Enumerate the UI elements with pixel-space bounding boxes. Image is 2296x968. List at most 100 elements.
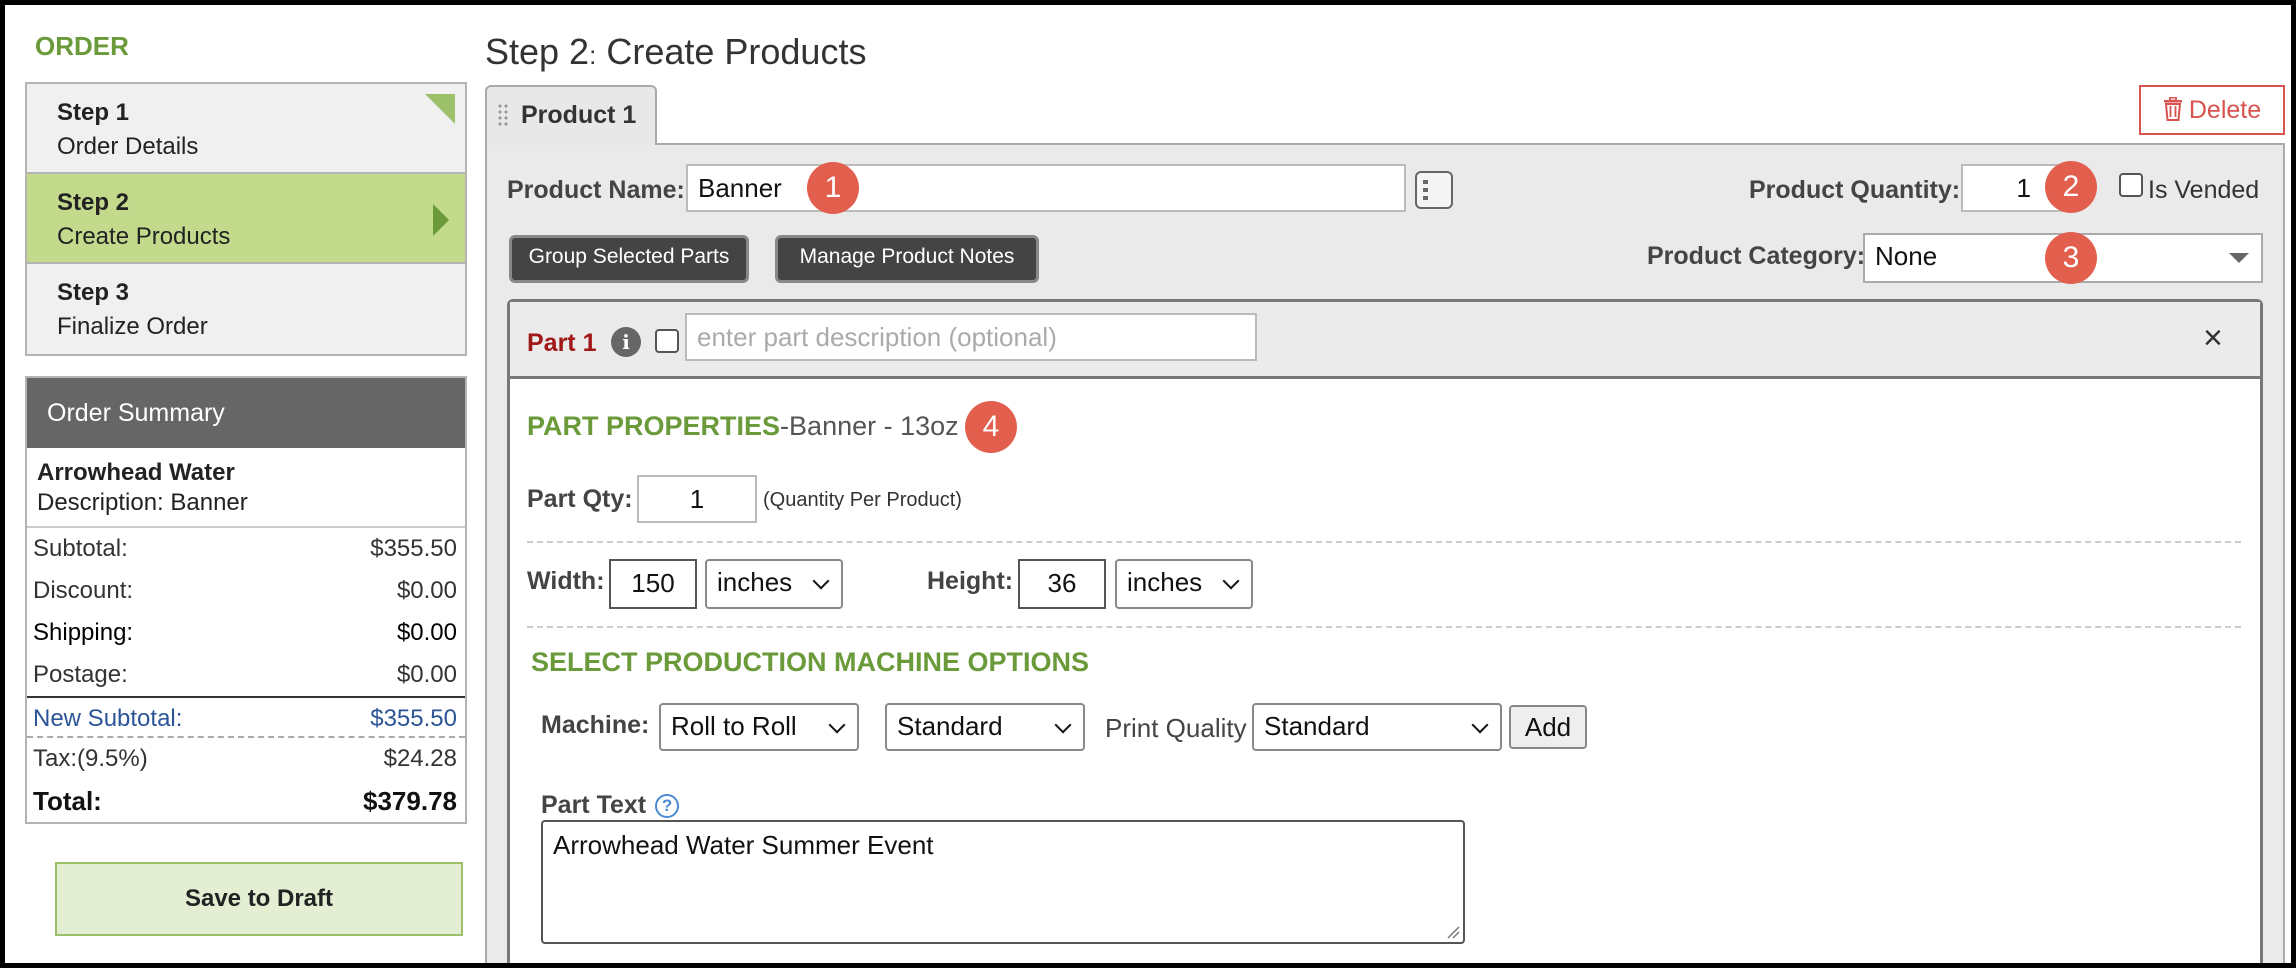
current-step-arrow-icon: [433, 204, 449, 236]
page-title: Step 2: Create Products: [485, 31, 866, 73]
part-select-checkbox[interactable]: [655, 329, 679, 353]
shipping-row: Shipping: $0.00: [27, 612, 465, 654]
part-properties-heading: PART PROPERTIES-Banner - 13oz: [527, 411, 959, 442]
row-label: Discount:: [33, 577, 134, 604]
row-label: Total:: [33, 786, 102, 816]
delete-label: Delete: [2188, 96, 2262, 124]
width-label: Width:: [527, 567, 605, 595]
product-name-input[interactable]: Banner: [686, 164, 1406, 212]
step-1-item[interactable]: Step 1 Order Details: [27, 84, 465, 174]
total-row: Total: $379.78: [27, 780, 465, 822]
height-unit-select[interactable]: inches: [1115, 559, 1253, 609]
divider: [527, 541, 2241, 543]
divider: [527, 626, 2241, 628]
print-quality-label: Print Quality: [1105, 713, 1247, 743]
part-text-area[interactable]: Arrowhead Water Summer Event: [541, 820, 1465, 944]
selected-unit: inches: [1127, 567, 1203, 597]
app-window: ORDER Step 1 Order Details Step 2 Create…: [0, 0, 2296, 968]
selected-unit: inches: [717, 567, 793, 597]
subtotal-row: Subtotal: $355.50: [27, 528, 465, 570]
row-label: New Subtotal:: [33, 705, 183, 732]
part-qty-label: Part Qty:: [527, 485, 633, 513]
selected-print-quality: Standard: [1264, 711, 1370, 741]
callout-badge-4: 4: [965, 401, 1017, 453]
part-qty-input[interactable]: 1: [637, 475, 757, 523]
callout-badge-3: 3: [2045, 232, 2097, 284]
page-title-text: Create Products: [596, 31, 867, 72]
list-glyph: [1423, 180, 1428, 200]
step-label: Create Products: [57, 223, 231, 250]
drag-grip-icon[interactable]: [497, 103, 509, 127]
add-machine-button[interactable]: Add: [1509, 705, 1587, 749]
row-label: Shipping:: [33, 619, 134, 646]
row-value: $355.50: [370, 705, 457, 732]
step-number: Step 1: [57, 99, 130, 126]
chevron-down-icon: [1222, 572, 1240, 590]
height-input[interactable]: 36: [1018, 559, 1106, 609]
manage-product-notes-button[interactable]: Manage Product Notes: [775, 235, 1039, 283]
step-number: Step 2: [57, 189, 130, 216]
machine-select[interactable]: Roll to Roll: [659, 703, 859, 751]
machine-label: Machine:: [541, 711, 650, 739]
product-name-label: Product Name:: [507, 176, 685, 204]
row-value: $379.78: [363, 786, 457, 816]
chevron-down-icon: [812, 572, 830, 590]
delete-button[interactable]: Delete: [2139, 85, 2285, 135]
row-label: Tax:(9.5%): [33, 745, 148, 772]
part-material: -Banner - 13oz: [780, 411, 959, 441]
machine-options-heading: SELECT PRODUCTION MACHINE OPTIONS: [531, 647, 1090, 677]
machine-mode-select[interactable]: Standard: [885, 703, 1085, 751]
width-input[interactable]: 150: [609, 559, 697, 609]
tax-row: Tax:(9.5%) $24.28: [27, 738, 465, 780]
is-vended-checkbox[interactable]: [2119, 173, 2143, 197]
row-value: $0.00: [396, 619, 457, 646]
tab-label: Product 1: [521, 101, 637, 129]
part-title: Part 1: [527, 329, 597, 357]
row-value: $24.28: [383, 745, 457, 772]
product-quantity-label: Product Quantity:: [1749, 176, 1961, 204]
step-number: Step 3: [57, 279, 130, 306]
selected-machine: Roll to Roll: [671, 711, 797, 741]
chevron-down-icon: [1054, 716, 1072, 734]
save-to-draft-button[interactable]: Save to Draft: [55, 862, 463, 936]
page-title-step: Step 2: [485, 31, 590, 72]
row-label: Subtotal:: [33, 535, 128, 562]
row-value: $0.00: [396, 661, 457, 688]
help-icon[interactable]: ?: [655, 794, 680, 818]
list-picker-icon[interactable]: [1415, 171, 1453, 209]
step-3-item[interactable]: Step 3 Finalize Order: [27, 264, 465, 354]
selected-category: None: [1875, 241, 1938, 271]
sidebar-title: ORDER: [35, 31, 129, 61]
order-description: Description: Banner: [37, 489, 248, 516]
part-text-label: Part Text ?: [541, 791, 680, 820]
customer-name: Arrowhead Water: [37, 459, 235, 486]
close-icon[interactable]: ×: [2203, 319, 2223, 358]
height-label: Height:: [927, 567, 1014, 595]
trash-icon: [2163, 96, 2182, 121]
step-list: Step 1 Order Details Step 2 Create Produ…: [25, 82, 467, 356]
chevron-down-icon: [828, 716, 846, 734]
print-quality-select[interactable]: Standard: [1252, 703, 1502, 751]
summary-customer: Arrowhead Water Description: Banner: [27, 448, 465, 528]
step-label: Order Details: [57, 133, 199, 160]
row-value: $355.50: [370, 535, 457, 562]
product-category-label: Product Category:: [1647, 242, 1866, 270]
resize-handle-icon[interactable]: [1446, 925, 1460, 939]
part-qty-note: (Quantity Per Product): [763, 489, 962, 511]
part-description-input[interactable]: enter part description (optional): [685, 313, 1257, 361]
row-value: $0.00: [396, 577, 457, 604]
postage-row: Postage: $0.00: [27, 654, 465, 696]
step-2-item[interactable]: Step 2 Create Products: [27, 174, 465, 264]
tab-product-1[interactable]: Product 1: [485, 85, 657, 145]
new-subtotal-row: New Subtotal: $355.50: [27, 696, 465, 738]
step-label: Finalize Order: [57, 313, 208, 340]
info-icon[interactable]: i: [611, 327, 641, 357]
callout-badge-2: 2: [2045, 161, 2097, 213]
group-selected-parts-button[interactable]: Group Selected Parts: [509, 235, 749, 283]
selected-mode: Standard: [897, 711, 1003, 741]
completed-corner-icon: [425, 94, 455, 124]
is-vended-label: Is Vended: [2148, 176, 2260, 204]
chevron-down-icon: [2229, 253, 2249, 263]
row-label: Postage:: [33, 661, 128, 688]
width-unit-select[interactable]: inches: [705, 559, 843, 609]
